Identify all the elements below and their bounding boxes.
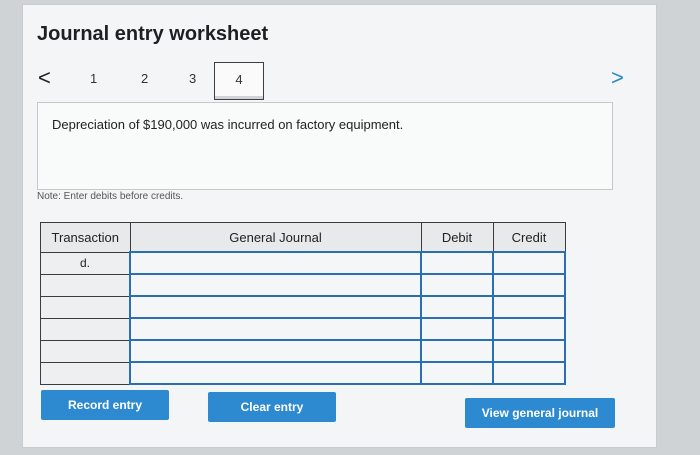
header-transaction: Transaction xyxy=(40,222,131,253)
table-row xyxy=(40,339,566,363)
transaction-cell xyxy=(40,361,131,385)
account-select[interactable] xyxy=(129,339,422,363)
transaction-cell xyxy=(40,273,131,297)
worksheet-panel: Journal entry worksheet < 1 2 3 4 > Depr… xyxy=(22,4,657,448)
credit-input[interactable] xyxy=(492,273,566,297)
credit-input[interactable] xyxy=(492,339,566,363)
debit-input[interactable] xyxy=(420,295,494,319)
transaction-cell: d. xyxy=(40,251,131,275)
credit-input[interactable] xyxy=(492,361,566,385)
journal-entry-table: Transaction General Journal Debit Credit… xyxy=(40,222,566,385)
table-row xyxy=(40,361,566,385)
table-row xyxy=(40,295,566,319)
table-row xyxy=(40,317,566,341)
account-select[interactable] xyxy=(129,361,422,385)
step-tab-1[interactable]: 1 xyxy=(90,71,97,86)
account-select[interactable] xyxy=(129,317,422,341)
debit-input[interactable] xyxy=(420,339,494,363)
header-debit: Debit xyxy=(420,222,494,253)
note-text: Note: Enter debits before credits. xyxy=(37,191,184,202)
account-select[interactable] xyxy=(129,273,422,297)
debit-input[interactable] xyxy=(420,361,494,385)
chevron-right-icon[interactable]: > xyxy=(611,67,624,89)
credit-input[interactable] xyxy=(492,295,566,319)
debit-input[interactable] xyxy=(420,251,494,275)
credit-input[interactable] xyxy=(492,251,566,275)
header-credit: Credit xyxy=(492,222,566,253)
table-row: d. xyxy=(40,251,566,275)
table-header-row: Transaction General Journal Debit Credit xyxy=(40,222,566,253)
account-select[interactable] xyxy=(129,251,422,275)
transaction-description: Depreciation of $190,000 was incurred on… xyxy=(52,117,404,132)
account-select[interactable] xyxy=(129,295,422,319)
clear-entry-button[interactable]: Clear entry xyxy=(208,392,336,422)
transaction-cell xyxy=(40,339,131,363)
debit-input[interactable] xyxy=(420,317,494,341)
step-tab-4[interactable]: 4 xyxy=(214,62,264,100)
table-row xyxy=(40,273,566,297)
transaction-description-box: Depreciation of $190,000 was incurred on… xyxy=(37,102,613,190)
page-title: Journal entry worksheet xyxy=(37,23,269,45)
credit-input[interactable] xyxy=(492,317,566,341)
debit-input[interactable] xyxy=(420,273,494,297)
transaction-cell xyxy=(40,295,131,319)
view-general-journal-button[interactable]: View general journal xyxy=(465,398,615,428)
transaction-cell xyxy=(40,317,131,341)
chevron-left-icon[interactable]: < xyxy=(38,67,51,89)
record-entry-button[interactable]: Record entry xyxy=(41,390,169,420)
step-tab-3[interactable]: 3 xyxy=(189,71,196,86)
step-tab-2[interactable]: 2 xyxy=(141,71,148,86)
header-general-journal: General Journal xyxy=(129,222,422,253)
